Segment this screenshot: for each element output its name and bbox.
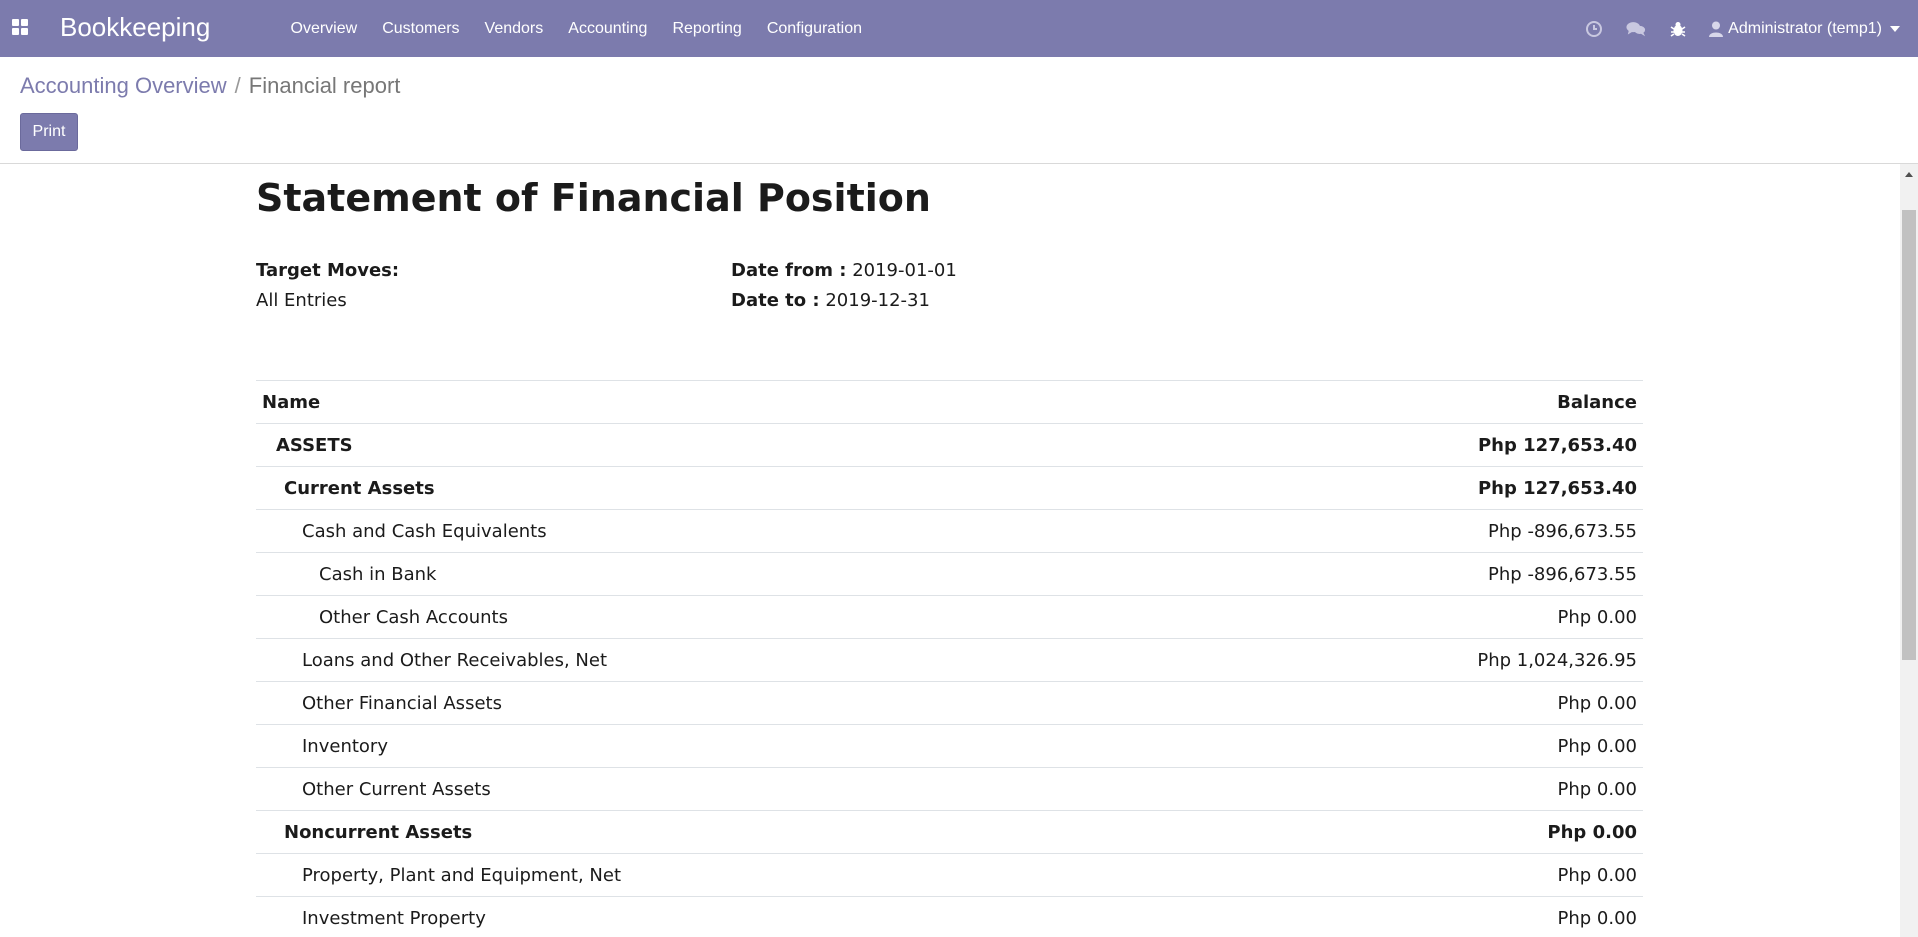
systray: Administrator (temp1) <box>1573 0 1918 57</box>
date-from-value: 2019-01-01 <box>852 260 957 281</box>
page-scrollbar[interactable] <box>1900 164 1918 937</box>
row-account-name: Other Current Assets <box>256 767 1205 811</box>
row-account-name: Cash and Cash Equivalents <box>256 509 1205 553</box>
row-account-name: Other Cash Accounts <box>256 595 1205 639</box>
row-balance: Php 0.00 <box>1204 681 1643 725</box>
table-row: Cash and Cash Equivalents Php -896,673.55 <box>256 509 1643 553</box>
menu-item-configuration[interactable]: Configuration <box>754 0 874 57</box>
date-range-filter: Date from : 2019-01-01 Date to : 2019-12… <box>731 256 957 316</box>
table-row: Current Assets Php 127,653.40 <box>256 466 1643 510</box>
table-row: Noncurrent Assets Php 0.00 <box>256 810 1643 854</box>
menu-item-overview[interactable]: Overview <box>278 0 370 57</box>
row-account-name: Other Financial Assets <box>256 681 1205 725</box>
activity-clock-icon[interactable] <box>1584 19 1604 39</box>
row-balance: Php 127,653.40 <box>1204 423 1643 467</box>
row-account-name: Noncurrent Assets <box>256 810 1205 854</box>
row-account-name: Current Assets <box>256 466 1205 510</box>
top-navbar: Bookkeeping Overview Customers Vendors A… <box>0 0 1918 57</box>
table-row: Other Cash Accounts Php 0.00 <box>256 595 1643 639</box>
scroll-up-arrow-icon[interactable] <box>1905 172 1913 177</box>
table-row: Inventory Php 0.00 <box>256 724 1643 768</box>
row-balance: Php -896,673.55 <box>1204 509 1643 553</box>
row-balance: Php 0.00 <box>1204 810 1643 854</box>
breadcrumb-accounting-overview[interactable]: Accounting Overview <box>20 73 227 98</box>
table-row: Other Financial Assets Php 0.00 <box>256 681 1643 725</box>
menu-item-reporting[interactable]: Reporting <box>660 0 754 57</box>
table-row: Loans and Other Receivables, Net Php 1,02… <box>256 638 1643 682</box>
report-title: Statement of Financial Position <box>256 176 931 220</box>
table-row: Cash in Bank Php -896,673.55 <box>256 552 1643 596</box>
table-row: ASSETS Php 127,653.40 <box>256 423 1643 467</box>
main-menu: Overview Customers Vendors Accounting Re… <box>278 0 874 57</box>
debug-bug-icon[interactable] <box>1668 19 1688 39</box>
date-from-label: Date from : <box>731 260 847 281</box>
menu-item-vendors[interactable]: Vendors <box>472 0 556 57</box>
column-header-name: Name <box>256 380 1205 424</box>
apps-grid-icon[interactable] <box>12 19 28 35</box>
financial-table: Name Balance ASSETS Php 127,653.40 Current… <box>256 380 1643 937</box>
row-balance: Php 1,024,326.95 <box>1204 638 1643 682</box>
row-balance: Php 0.00 <box>1204 724 1643 768</box>
app-brand[interactable]: Bookkeeping <box>60 11 210 43</box>
row-account-name: Cash in Bank <box>256 552 1205 596</box>
chat-messages-icon[interactable] <box>1626 19 1646 39</box>
row-account-name: Inventory <box>256 724 1205 768</box>
user-avatar-icon <box>1709 21 1724 37</box>
row-account-name: Investment Property <box>256 896 1205 937</box>
menu-item-customers[interactable]: Customers <box>370 0 472 57</box>
row-balance: Php -896,673.55 <box>1204 552 1643 596</box>
print-button[interactable]: Print <box>20 113 78 151</box>
row-balance: Php 0.00 <box>1204 767 1643 811</box>
table-header-row: Name Balance <box>256 380 1643 424</box>
table-row: Other Current Assets Php 0.00 <box>256 767 1643 811</box>
report-area: Statement of Financial Position Target M… <box>0 164 1900 937</box>
target-moves-filter: Target Moves: All Entries <box>256 256 399 316</box>
breadcrumb-separator: / <box>234 73 241 98</box>
row-account-name: Loans and Other Receivables, Net <box>256 638 1205 682</box>
row-balance: Php 0.00 <box>1204 853 1643 897</box>
date-to-value: 2019-12-31 <box>825 290 930 311</box>
row-balance: Php 0.00 <box>1204 595 1643 639</box>
table-body: ASSETS Php 127,653.40 Current Assets Php 12… <box>256 423 1643 937</box>
column-header-balance: Balance <box>1204 380 1643 424</box>
user-menu[interactable]: Administrator (temp1) <box>1709 20 1900 38</box>
target-moves-label: Target Moves: <box>256 260 400 281</box>
row-balance: Php 127,653.40 <box>1204 466 1643 510</box>
chevron-down-icon <box>1890 25 1900 32</box>
row-account-name: ASSETS <box>256 423 1205 467</box>
date-to-label: Date to : <box>731 290 820 311</box>
table-row: Property, Plant and Equipment, Net Php 0.… <box>256 853 1643 897</box>
table-row: Investment Property Php 0.00 <box>256 896 1643 937</box>
menu-item-accounting[interactable]: Accounting <box>556 0 660 57</box>
breadcrumb-current: Financial report <box>248 73 401 98</box>
row-account-name: Property, Plant and Equipment, Net <box>256 853 1205 897</box>
target-moves-value: All Entries <box>256 290 347 311</box>
user-name: Administrator (temp1) <box>1728 19 1882 37</box>
scroll-thumb[interactable] <box>1902 210 1916 660</box>
row-balance: Php 0.00 <box>1204 896 1643 937</box>
control-panel: Accounting Overview / Financial report Pri… <box>0 57 1918 164</box>
breadcrumb: Accounting Overview / Financial report <box>20 72 400 100</box>
